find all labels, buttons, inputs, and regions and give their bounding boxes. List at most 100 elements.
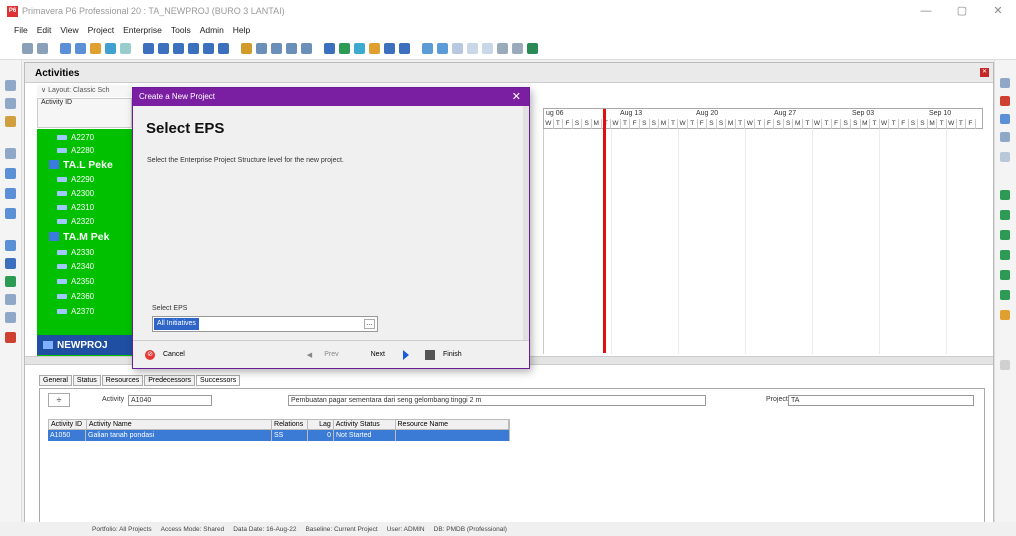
- assignments-nav-icon[interactable]: [5, 168, 16, 179]
- filter-by-icon[interactable]: [271, 43, 282, 54]
- tab-successors[interactable]: Successors: [196, 375, 241, 386]
- project-group-row[interactable]: NEWPROJ: [37, 335, 133, 355]
- apply-actuals-icon[interactable]: [354, 43, 365, 54]
- col-relations[interactable]: Relations: [272, 420, 308, 429]
- bars-chart-icon[interactable]: [241, 43, 252, 54]
- expenses-nav-icon[interactable]: [5, 240, 16, 251]
- notes-icon[interactable]: [1000, 310, 1010, 320]
- tracking-nav-icon[interactable]: [5, 208, 16, 219]
- dollar-icon[interactable]: [369, 43, 380, 54]
- add-icon[interactable]: [1000, 78, 1010, 88]
- tracking-icon[interactable]: [218, 43, 229, 54]
- filter-icon[interactable]: [105, 43, 116, 54]
- tab-predecessors[interactable]: Predecessors: [144, 375, 196, 386]
- cancel-button[interactable]: Cancel: [163, 351, 185, 358]
- back-icon[interactable]: [22, 43, 33, 54]
- wbs-group-row[interactable]: TA.M Pek: [47, 230, 133, 243]
- table-row[interactable]: A2280: [47, 144, 133, 157]
- activities-icon[interactable]: [173, 43, 184, 54]
- minimize-button[interactable]: —: [908, 0, 944, 22]
- table-row[interactable]: A2290: [47, 173, 133, 186]
- progress-icon[interactable]: [384, 43, 395, 54]
- group-icon[interactable]: [120, 43, 131, 54]
- print-icon[interactable]: [467, 43, 478, 54]
- activity-name-field[interactable]: Pembuatan pagar sementara dari seng gelo…: [288, 395, 706, 406]
- next-button[interactable]: Next: [371, 351, 385, 358]
- paste-icon[interactable]: [1000, 152, 1010, 162]
- thresholds-nav-icon[interactable]: [5, 312, 16, 323]
- gantt-chart-area[interactable]: [543, 129, 983, 354]
- assign-icon[interactable]: [1000, 270, 1010, 280]
- activity-id-column-header[interactable]: Activity ID: [37, 98, 132, 128]
- reports-nav-icon[interactable]: [5, 188, 16, 199]
- indent-icon[interactable]: [1000, 190, 1010, 200]
- scheduling-icon[interactable]: [301, 43, 312, 54]
- maximize-button[interactable]: ▢: [944, 0, 980, 22]
- help-icon[interactable]: [527, 43, 538, 54]
- col-activity-id[interactable]: Activity ID: [49, 420, 87, 429]
- table-row[interactable]: A2330: [47, 246, 133, 259]
- col-activity-status[interactable]: Activity Status: [334, 420, 396, 429]
- wbs-icon[interactable]: [158, 43, 169, 54]
- table-row[interactable]: A2310: [47, 201, 133, 214]
- schedule-icon[interactable]: [324, 43, 335, 54]
- activities-nav-icon[interactable]: [5, 116, 16, 127]
- documents-nav-icon[interactable]: [5, 294, 16, 305]
- move-down-icon[interactable]: [1000, 250, 1010, 260]
- cancel-icon[interactable]: ⊘: [145, 349, 155, 360]
- wbs-nav-icon[interactable]: [5, 98, 16, 109]
- projects-icon[interactable]: [143, 43, 154, 54]
- columns-icon[interactable]: [75, 43, 86, 54]
- publish-icon[interactable]: [512, 43, 523, 54]
- link-icon[interactable]: [1000, 290, 1010, 300]
- cut-icon[interactable]: [1000, 114, 1010, 124]
- record-stepper[interactable]: ÷: [48, 393, 70, 407]
- tab-general[interactable]: General: [39, 375, 72, 386]
- menu-help[interactable]: Help: [233, 25, 250, 35]
- menu-file[interactable]: File: [14, 25, 28, 35]
- zoom-in-icon[interactable]: [422, 43, 433, 54]
- menu-project[interactable]: Project: [88, 25, 114, 35]
- group-sort-icon[interactable]: [286, 43, 297, 54]
- find-icon[interactable]: [452, 43, 463, 54]
- table-row[interactable]: A1050 Galian tanah pondasi SS 0 Not Star…: [48, 430, 510, 441]
- page-setup-icon[interactable]: [482, 43, 493, 54]
- copy-icon[interactable]: [1000, 132, 1010, 142]
- tab-status[interactable]: Status: [72, 375, 101, 386]
- next-arrow-icon[interactable]: [403, 349, 409, 360]
- resources-icon[interactable]: [188, 43, 199, 54]
- table-icon[interactable]: [256, 43, 267, 54]
- close-activities-button[interactable]: ✕: [980, 68, 989, 77]
- outdent-icon[interactable]: [1000, 210, 1010, 220]
- zoom-out-icon[interactable]: [437, 43, 448, 54]
- col-lag[interactable]: Lag: [308, 420, 334, 429]
- menu-admin[interactable]: Admin: [200, 25, 224, 35]
- table-row[interactable]: A2370: [47, 305, 133, 318]
- dialog-close-button[interactable]: ✕: [512, 88, 521, 106]
- table-row[interactable]: A2340: [47, 260, 133, 273]
- layout-icon[interactable]: [60, 43, 71, 54]
- activity-id-field[interactable]: A1040: [128, 395, 212, 406]
- table-row[interactable]: A2360: [47, 290, 133, 303]
- forward-icon[interactable]: [37, 43, 48, 54]
- tab-resources[interactable]: Resources: [101, 375, 144, 386]
- ellipsis-button[interactable]: …: [364, 319, 375, 329]
- eps-select[interactable]: All Initiatives …: [152, 316, 378, 332]
- delete-icon[interactable]: [1000, 96, 1010, 106]
- reports-icon[interactable]: [203, 43, 214, 54]
- risks-nav-icon[interactable]: [5, 276, 16, 287]
- col-resource-name[interactable]: Resource Name: [396, 420, 509, 429]
- col-activity-name[interactable]: Activity Name: [87, 420, 273, 429]
- table-row[interactable]: A2300: [47, 187, 133, 200]
- layout-selector[interactable]: ∨ Layout: Classic Sch: [37, 85, 132, 97]
- projects-nav-icon[interactable]: [5, 80, 16, 91]
- menu-view[interactable]: View: [60, 25, 78, 35]
- table-row[interactable]: A2350: [47, 275, 133, 288]
- finish-icon[interactable]: [425, 349, 435, 360]
- close-window-button[interactable]: ✕: [980, 0, 1016, 22]
- bars-icon[interactable]: [90, 43, 101, 54]
- issues-nav-icon[interactable]: [5, 258, 16, 269]
- scroll-icon[interactable]: [1000, 360, 1010, 370]
- wp-docs-nav-icon[interactable]: [5, 332, 16, 343]
- table-row[interactable]: A2320: [47, 215, 133, 228]
